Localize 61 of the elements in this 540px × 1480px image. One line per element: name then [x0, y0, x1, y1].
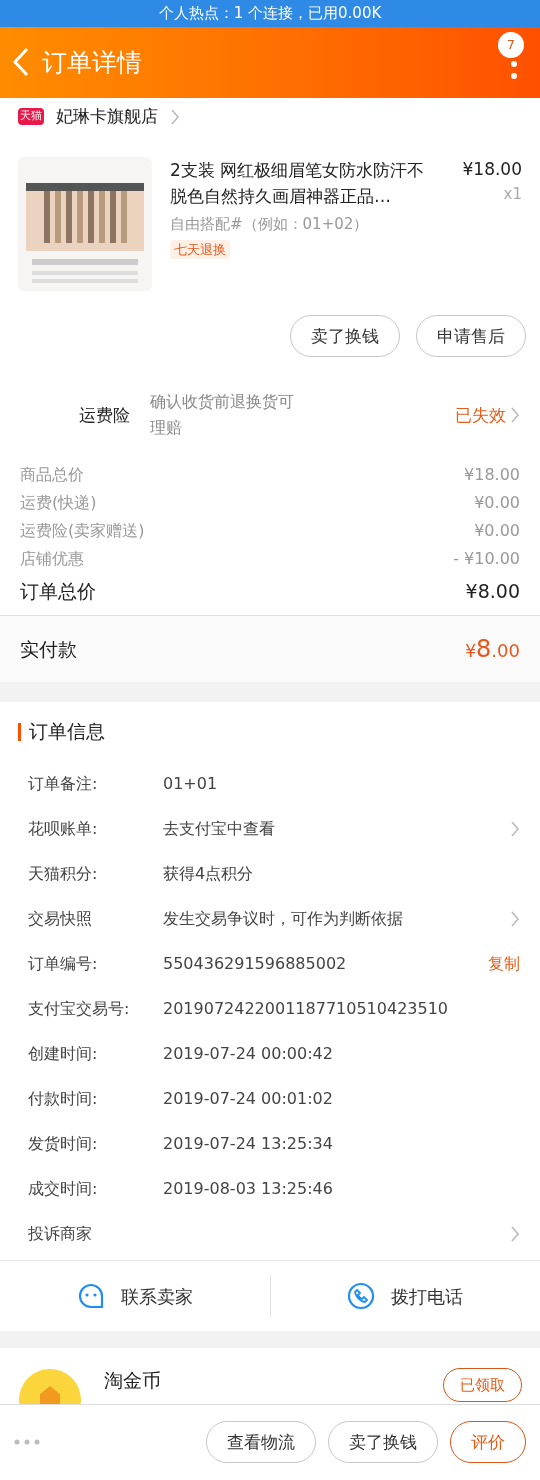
info-value: 2019072422001187710510423510	[163, 997, 450, 1020]
chevron-right-icon	[170, 107, 180, 126]
product-title: 2支装 网红极细眉笔女防水防汗不脱色自然持久画眉神器正品…	[170, 159, 426, 209]
info-value: 550436291596885002	[163, 952, 348, 975]
chat-icon	[76, 1282, 105, 1311]
paid-label: 实付款	[20, 636, 77, 662]
order-total-value: ¥8.00	[465, 578, 520, 604]
info-value: 去支付宝中查看	[163, 817, 276, 840]
price-label: 运费险(卖家赠送)	[20, 519, 145, 542]
more-icon[interactable]	[14, 1439, 40, 1446]
insurance-label: 运费险	[78, 403, 131, 427]
notification-badge: 7	[498, 31, 524, 58]
info-label: 付款时间:	[28, 1087, 99, 1110]
info-label: 订单编号:	[28, 952, 99, 975]
info-value: 2019-07-24 00:00:42	[163, 1042, 334, 1065]
copy-button[interactable]: 复制	[488, 951, 520, 976]
store-badge: 天猫	[18, 108, 44, 125]
info-label: 天猫积分:	[28, 862, 99, 885]
price-label: 运费(快递)	[20, 491, 97, 514]
order-total-label: 订单总价	[20, 578, 96, 604]
phone-icon	[347, 1282, 376, 1311]
product-price: ¥18.00	[462, 158, 522, 182]
chevron-right-icon	[510, 819, 520, 838]
price-value: ¥0.00	[474, 491, 520, 514]
info-label: 投诉商家	[28, 1222, 93, 1245]
coins-title: 淘金币	[104, 1368, 161, 1394]
product-quantity: x1	[503, 183, 522, 205]
insurance-description: 确认收货前退换货可理赔	[150, 391, 295, 440]
back-icon[interactable]	[12, 47, 30, 78]
info-label: 创建时间:	[28, 1042, 99, 1065]
paid-amount: ¥8.00	[465, 634, 520, 666]
status-bar: 个人热点：1 个连接，已用0.00K	[0, 0, 540, 27]
contact-button[interactable]: 拨打电话	[270, 1282, 540, 1311]
chevron-right-icon	[510, 406, 520, 425]
price-value: - ¥10.00	[453, 547, 520, 570]
info-value: 发生交易争议时，可作为判断依据	[163, 907, 404, 930]
info-label: 支付宝交易号:	[28, 997, 131, 1020]
info-value: 2019-07-24 00:01:02	[163, 1087, 334, 1110]
chevron-right-icon	[510, 909, 520, 928]
coin-icon	[18, 1368, 82, 1404]
price-label: 商品总价	[20, 463, 84, 486]
page-title: 订单详情	[42, 46, 142, 79]
info-label: 交易快照	[28, 907, 93, 930]
contact-button[interactable]: 联系卖家	[0, 1282, 270, 1311]
price-label: 店铺优惠	[20, 547, 84, 570]
price-value: ¥18.00	[464, 463, 520, 486]
info-value: 获得4点积分	[163, 862, 255, 885]
section-title: 订单信息	[29, 719, 105, 745]
store-name[interactable]: 妃琳卡旗舰店	[56, 103, 158, 130]
info-label: 发货时间:	[28, 1132, 99, 1155]
info-value: 2019-07-24 13:25:34	[163, 1132, 334, 1155]
product-sku: 自由搭配#（例如：01+02）	[170, 214, 370, 236]
insurance-status[interactable]: 已失效	[455, 402, 506, 429]
info-label: 订单备注:	[28, 772, 99, 795]
price-value: ¥0.00	[474, 519, 520, 542]
return-tag: 七天退换	[170, 239, 230, 260]
chevron-right-icon	[510, 1224, 520, 1243]
info-value: 01+01	[163, 772, 219, 795]
info-value: 2019-08-03 13:25:46	[163, 1177, 334, 1200]
info-label: 花呗账单:	[28, 817, 99, 840]
info-label: 成交时间:	[28, 1177, 99, 1200]
